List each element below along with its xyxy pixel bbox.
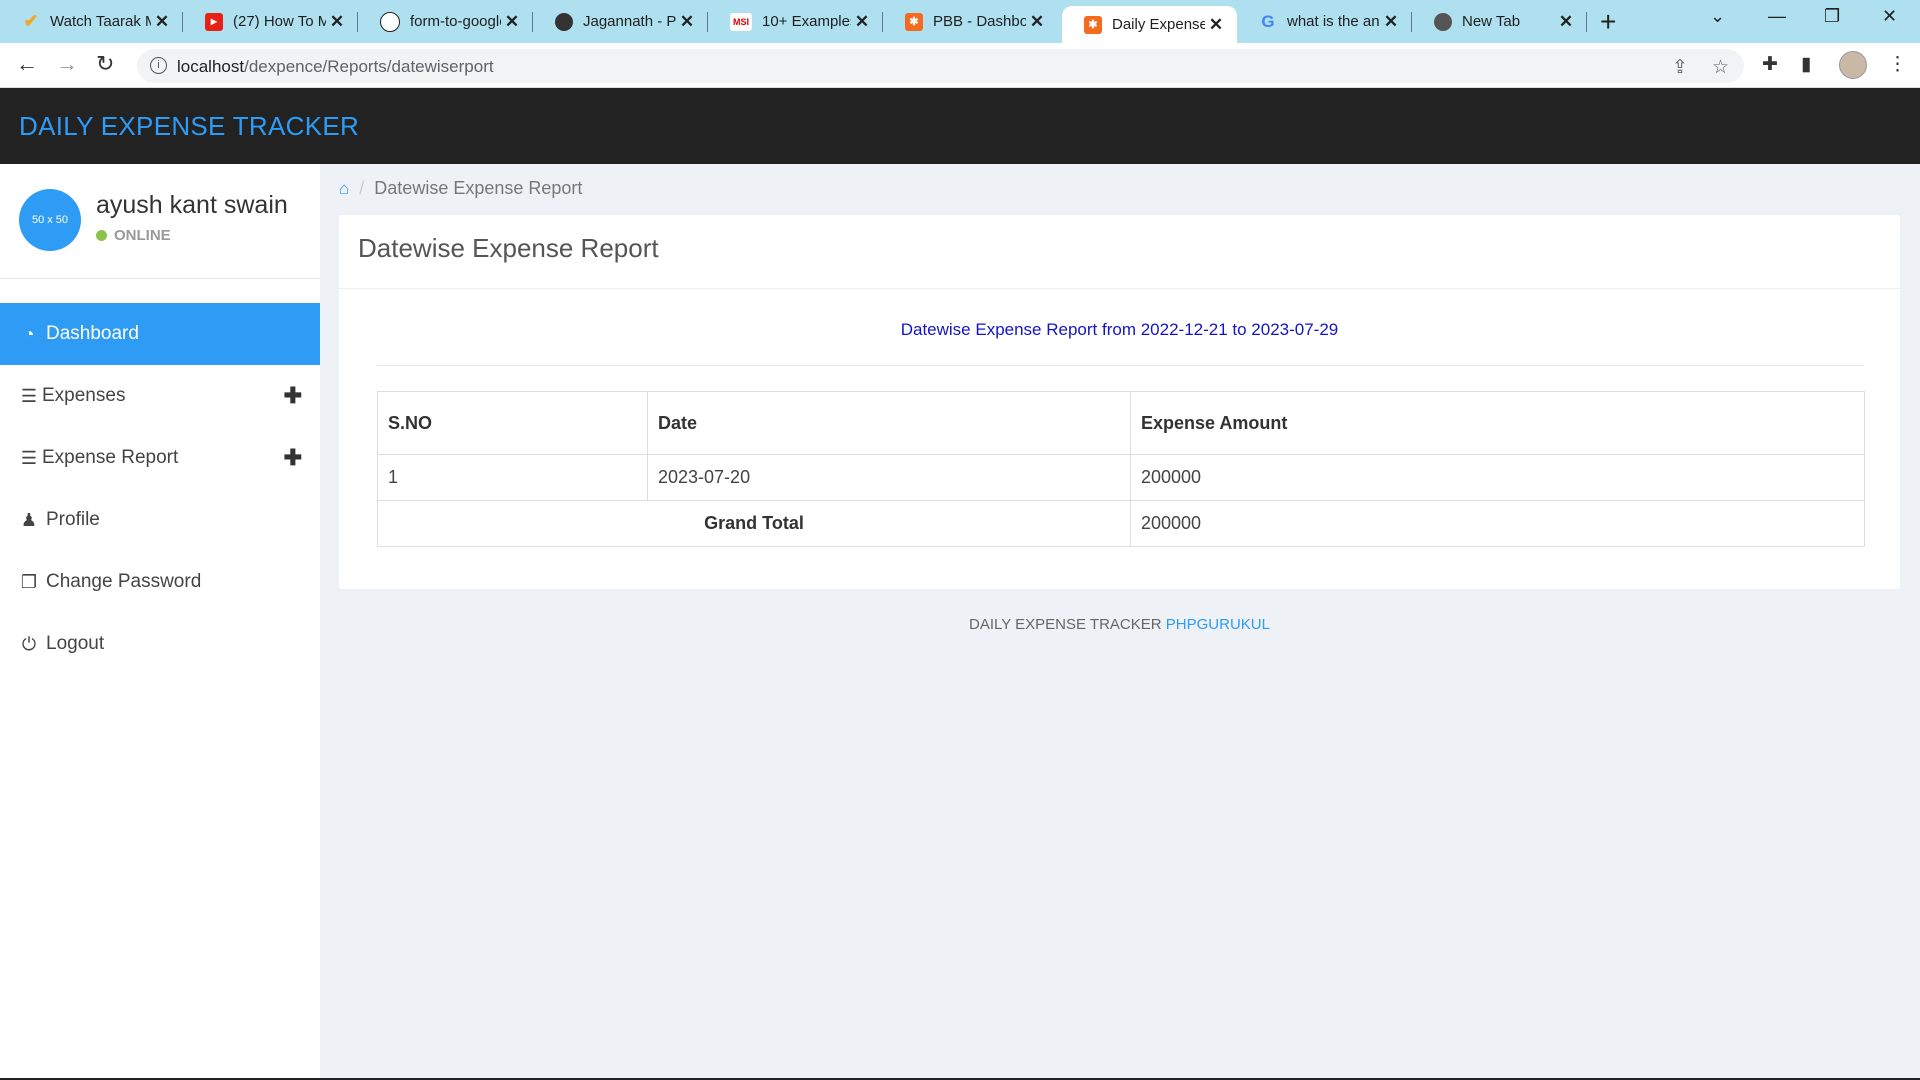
menu-kebab-icon[interactable]: ⋮	[1888, 53, 1907, 76]
breadcrumb: ⌂ / Datewise Expense Report	[339, 178, 583, 199]
vlc-cone-icon: ✔	[23, 11, 39, 31]
profile-avatar[interactable]	[1839, 51, 1867, 79]
reload-icon[interactable]: ↻	[96, 51, 114, 77]
close-tab-icon[interactable]: ✕	[851, 12, 873, 32]
new-tab-button[interactable]: +	[1600, 6, 1616, 38]
restore-button[interactable]: ❐	[1824, 6, 1840, 27]
user-panel: 50 x 50 ayush kant swain ONLINE	[0, 164, 320, 279]
browser-tab-active[interactable]: ✱ Daily Expense ✕	[1062, 6, 1237, 43]
user-avatar: 50 x 50	[19, 189, 81, 251]
browser-tab[interactable]: ▶ (27) How To Ma ✕	[183, 4, 358, 39]
close-tab-icon[interactable]: ✕	[676, 12, 698, 32]
sidebar-item-expenses[interactable]: ☰ Expenses ✚	[0, 365, 320, 427]
footer: DAILY EXPENSE TRACKER PHPGURUKUL	[339, 616, 1900, 633]
browser-tab[interactable]: G what is the an ✕	[1237, 4, 1412, 39]
divider	[339, 288, 1900, 289]
browser-tab[interactable]: ✔ Watch Taarak M ✕	[0, 4, 183, 39]
divider	[377, 365, 1864, 366]
minimize-button[interactable]: —	[1768, 6, 1786, 27]
close-tab-icon[interactable]: ✕	[1555, 12, 1577, 32]
cell-date: 2023-07-20	[647, 454, 1131, 501]
browser-tab[interactable]: Jagannath - Pe ✕	[533, 4, 708, 39]
forward-icon[interactable]: →	[56, 51, 78, 77]
close-tab-icon[interactable]: ✕	[1026, 12, 1048, 32]
sidebar-item-change-password[interactable]: ❐ Change Password	[0, 551, 320, 613]
bookmark-star-icon[interactable]: ☆	[1712, 56, 1729, 79]
extensions-icon[interactable]: ✚	[1762, 53, 1778, 76]
xampp-icon: ✱	[905, 12, 923, 31]
app-brand[interactable]: DAILY EXPENSE TRACKER	[19, 111, 359, 142]
browser-tab-strip: ✔ Watch Taarak M ✕ ▶ (27) How To Ma ✕ fo…	[0, 0, 1920, 43]
footer-link[interactable]: PHPGURUKUL	[1166, 616, 1270, 633]
address-bar[interactable]: i localhost/dexpence/Reports/datewiserpo…	[137, 49, 1744, 83]
list-icon: ☰	[20, 385, 38, 406]
browser-tab[interactable]: MSI 10+ Examples ✕	[708, 4, 883, 39]
sidebar-item-profile[interactable]: ♟ Profile	[0, 489, 320, 551]
browser-tab[interactable]: New Tab ✕	[1412, 4, 1587, 39]
close-tab-icon[interactable]: ✕	[326, 12, 348, 32]
column-header-sno: S.NO	[377, 391, 648, 455]
grand-total-value: 200000	[1130, 500, 1865, 547]
column-header-date: Date	[647, 391, 1131, 455]
sidebar-item-dashboard[interactable]: ◔ Dashboard	[0, 303, 320, 365]
sidebar-item-logout[interactable]: ⏻ Logout	[0, 613, 320, 675]
home-icon[interactable]: ⌂	[339, 179, 349, 199]
sidebar: 50 x 50 ayush kant swain ONLINE ◔ Dashbo…	[0, 164, 320, 1080]
side-panel-icon[interactable]: ▮	[1801, 53, 1811, 76]
xampp-icon: ✱	[1084, 15, 1102, 34]
breadcrumb-current: Datewise Expense Report	[374, 178, 583, 198]
close-tab-icon[interactable]: ✕	[1380, 12, 1402, 32]
back-icon[interactable]: ←	[16, 51, 38, 77]
browser-tab[interactable]: form-to-google ✕	[358, 4, 533, 39]
globe-icon	[555, 12, 573, 31]
browser-toolbar: ← → ↻ i localhost/dexpence/Reports/datew…	[0, 43, 1920, 88]
google-icon: G	[1261, 11, 1275, 31]
report-heading: Datewise Expense Report from 2022-12-21 …	[900, 320, 1339, 339]
github-icon	[380, 11, 400, 32]
url-text[interactable]: localhost/dexpence/Reports/datewiserport	[177, 57, 494, 77]
youtube-icon: ▶	[205, 12, 223, 31]
app-header: DAILY EXPENSE TRACKER	[0, 88, 1920, 164]
list-icon: ☰	[20, 447, 38, 468]
user-status: ONLINE	[96, 227, 171, 244]
grand-total-label: Grand Total	[377, 500, 1131, 547]
sidebar-item-expense-report[interactable]: ☰ Expense Report ✚	[0, 427, 320, 489]
expand-plus-icon[interactable]: ✚	[284, 383, 302, 409]
close-tab-icon[interactable]: ✕	[1205, 15, 1227, 35]
user-name: ayush kant swain	[96, 191, 288, 219]
tab-search-icon[interactable]: ⌄	[1710, 6, 1725, 27]
footer-text: DAILY EXPENSE TRACKER	[969, 616, 1162, 633]
close-tab-icon[interactable]: ✕	[151, 12, 173, 32]
user-icon: ♟	[20, 509, 38, 530]
cell-sno: 1	[377, 454, 648, 501]
table-header-row: S.NO Date Expense Amount	[377, 391, 1865, 455]
report-table: S.NO Date Expense Amount 1 2023-07-20 20…	[377, 391, 1865, 547]
power-icon: ⏻	[21, 633, 37, 654]
chrome-icon	[1434, 12, 1452, 31]
card-title: Datewise Expense Report	[358, 233, 659, 263]
share-icon[interactable]: ⇪	[1672, 56, 1688, 79]
close-window-button[interactable]: ✕	[1882, 6, 1897, 27]
msi-icon: MSI	[730, 12, 752, 31]
copy-icon: ❐	[20, 571, 38, 592]
sidebar-menu: ◔ Dashboard ☰ Expenses ✚ ☰ Expense Repor…	[0, 303, 320, 675]
expand-plus-icon[interactable]: ✚	[284, 445, 302, 471]
browser-tab[interactable]: ✱ PBB - Dashboar ✕	[883, 4, 1058, 39]
online-dot-icon	[96, 230, 107, 241]
dashboard-icon: ◔	[23, 323, 35, 344]
close-tab-icon[interactable]: ✕	[501, 12, 523, 32]
cell-amount: 200000	[1130, 454, 1865, 501]
grand-total-row: Grand Total 200000	[377, 500, 1865, 547]
site-info-icon[interactable]: i	[150, 57, 167, 74]
report-card: Datewise Expense Report Datewise Expense…	[339, 215, 1900, 589]
column-header-amount: Expense Amount	[1130, 391, 1865, 455]
table-row: 1 2023-07-20 200000	[377, 454, 1865, 501]
